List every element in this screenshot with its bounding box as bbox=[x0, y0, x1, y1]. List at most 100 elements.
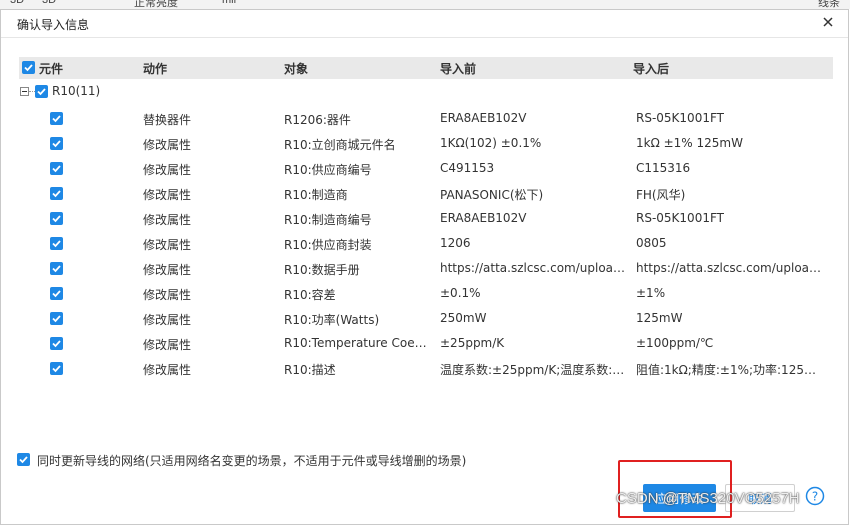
row-after-value: ±100ppm/℃ bbox=[636, 336, 714, 350]
check-icon bbox=[52, 340, 61, 348]
row-before-value: C491153 bbox=[440, 161, 495, 175]
toolbar-3d-label[interactable]: 3D bbox=[10, 0, 24, 6]
row-target: R10:Temperature Coeffici... bbox=[284, 336, 434, 350]
row-before-value: ERA8AEB102V bbox=[440, 211, 527, 225]
header-after: 导入后 bbox=[633, 62, 670, 76]
help-icon[interactable]: ? bbox=[805, 486, 825, 506]
row-action: 修改属性 bbox=[143, 188, 192, 202]
apply-changes-button[interactable]: 应用修改 bbox=[643, 484, 716, 512]
row-target: R1206:器件 bbox=[284, 113, 351, 127]
table-row: 修改属性 R10:制造商 PANASONIC(松下) FH(风华) bbox=[1, 181, 850, 206]
row-after-value: C115316 bbox=[636, 161, 691, 175]
row-target: R10:容差 bbox=[284, 288, 336, 302]
row-checkbox[interactable] bbox=[50, 237, 63, 250]
row-checkbox[interactable] bbox=[50, 162, 63, 175]
row-action: 修改属性 bbox=[143, 263, 192, 277]
row-before-value: ±25ppm/K bbox=[440, 336, 505, 350]
group-label: R10(11) bbox=[52, 84, 101, 98]
row-action: 修改属性 bbox=[143, 213, 192, 227]
group-checkbox[interactable] bbox=[35, 85, 48, 98]
tree-collapse-toggle[interactable] bbox=[20, 87, 29, 96]
row-action: 修改属性 bbox=[143, 138, 192, 152]
row-action: 替换器件 bbox=[143, 113, 192, 127]
row-target: R10:描述 bbox=[284, 363, 336, 377]
row-before-value: 温度系数:±25ppm/K;温度系数:±2... bbox=[440, 363, 627, 377]
row-target: R10:供应商编号 bbox=[284, 163, 372, 177]
row-after-value: RS-05K1001FT bbox=[636, 211, 724, 225]
row-checkbox[interactable] bbox=[50, 137, 63, 150]
check-icon bbox=[52, 190, 61, 198]
row-before-value: PANASONIC(松下) bbox=[440, 188, 544, 202]
svg-text:?: ? bbox=[812, 490, 818, 504]
check-icon bbox=[37, 88, 46, 96]
row-before-value: https://atta.szlcsc.com/upload/pu... bbox=[440, 261, 627, 275]
row-after-value: ±1% bbox=[636, 286, 666, 300]
table-row: 修改属性 R10:供应商封装 1206 0805 bbox=[1, 231, 850, 256]
table-row: 修改属性 R10:容差 ±0.1% ±1% bbox=[1, 281, 850, 306]
row-action: 修改属性 bbox=[143, 363, 192, 377]
toolbar-line-label[interactable]: 线条分 bbox=[818, 0, 850, 9]
row-after-value: 0805 bbox=[636, 236, 667, 250]
row-before-value: 1KΩ(102) ±0.1% bbox=[440, 136, 542, 150]
check-icon bbox=[52, 240, 61, 248]
row-after-value: FH(风华) bbox=[636, 188, 686, 202]
table-header: 元件 动作 对象 导入前 导入后 bbox=[19, 57, 833, 79]
row-checkbox[interactable] bbox=[50, 112, 63, 125]
header-action: 动作 bbox=[143, 62, 168, 76]
check-icon bbox=[19, 456, 28, 464]
check-icon bbox=[24, 64, 33, 72]
check-icon bbox=[52, 140, 61, 148]
table-row: 修改属性 R10:描述 温度系数:±25ppm/K;温度系数:±2... 阻值:1kΩ… bbox=[1, 356, 850, 381]
update-nets-checkbox[interactable] bbox=[17, 453, 30, 466]
check-icon bbox=[52, 215, 61, 223]
row-action: 修改属性 bbox=[143, 163, 192, 177]
confirm-import-dialog: 确认导入信息 元件 动作 对象 导入前 导入后 R10(11) 替换器件 R120… bbox=[0, 9, 849, 525]
table-row: 修改属性 R10:立创商城元件名 1KΩ(102) ±0.1% 1kΩ ±1% 125… bbox=[1, 131, 850, 156]
table-row: 修改属性 R10:功率(Watts) 250mW 125mW bbox=[1, 306, 850, 331]
row-checkbox[interactable] bbox=[50, 312, 63, 325]
select-all-checkbox[interactable] bbox=[22, 61, 35, 74]
table-row: 替换器件 R1206:器件 ERA8AEB102V RS-05K1001FT bbox=[1, 106, 850, 131]
app-toolbar-strip: 3D 3D 正常亮度 mil 线条分 bbox=[0, 0, 850, 9]
row-before-value: ±0.1% bbox=[440, 286, 481, 300]
row-action: 修改属性 bbox=[143, 288, 192, 302]
dialog-title: 确认导入信息 bbox=[17, 18, 90, 32]
row-after-value: 1kΩ ±1% 125mW bbox=[636, 136, 743, 150]
check-icon bbox=[52, 265, 61, 273]
row-before-value: ERA8AEB102V bbox=[440, 111, 527, 125]
row-target: R10:制造商 bbox=[284, 188, 348, 202]
row-after-value: 阻值:1kΩ;精度:±1%;功率:125mW; bbox=[636, 363, 826, 377]
update-nets-label: 同时更新导线的网络(只适用网络名变更的场景，不适用于元件或导线增删的场景) bbox=[37, 454, 467, 468]
row-after-value: RS-05K1001FT bbox=[636, 111, 724, 125]
row-after-value: 125mW bbox=[636, 311, 683, 325]
row-before-value: 250mW bbox=[440, 311, 487, 325]
row-checkbox[interactable] bbox=[50, 187, 63, 200]
row-after-value: https://atta.szlcsc.com/upload/pu... bbox=[636, 261, 826, 275]
row-checkbox[interactable] bbox=[50, 337, 63, 350]
close-icon[interactable] bbox=[820, 14, 836, 30]
check-icon bbox=[52, 165, 61, 173]
header-target: 对象 bbox=[284, 62, 309, 76]
check-icon bbox=[52, 315, 61, 323]
header-before: 导入前 bbox=[440, 62, 477, 76]
cancel-button[interactable]: 取消 bbox=[725, 484, 795, 512]
row-target: R10:制造商编号 bbox=[284, 213, 372, 227]
table-row: 修改属性 R10:Temperature Coeffici... ±25ppm/K ±… bbox=[1, 331, 850, 356]
header-component: 元件 bbox=[39, 62, 64, 76]
row-checkbox[interactable] bbox=[50, 287, 63, 300]
toolbar-brightness-label[interactable]: 正常亮度 bbox=[134, 0, 178, 9]
row-checkbox[interactable] bbox=[50, 212, 63, 225]
row-checkbox[interactable] bbox=[50, 262, 63, 275]
check-icon bbox=[52, 365, 61, 373]
row-checkbox[interactable] bbox=[50, 362, 63, 375]
table-row: 修改属性 R10:供应商编号 C491153 C115316 bbox=[1, 156, 850, 181]
toolbar-unit-label[interactable]: mil bbox=[222, 0, 236, 6]
check-icon bbox=[52, 290, 61, 298]
toolbar-3d-label-2[interactable]: 3D bbox=[42, 0, 56, 6]
dialog-title-bar: 确认导入信息 bbox=[1, 10, 848, 38]
check-icon bbox=[52, 115, 61, 123]
table-row: 修改属性 R10:数据手册 https://atta.szlcsc.com/uplo… bbox=[1, 256, 850, 281]
row-action: 修改属性 bbox=[143, 313, 192, 327]
table-row: 修改属性 R10:制造商编号 ERA8AEB102V RS-05K1001FT bbox=[1, 206, 850, 231]
row-target: R10:功率(Watts) bbox=[284, 313, 380, 327]
